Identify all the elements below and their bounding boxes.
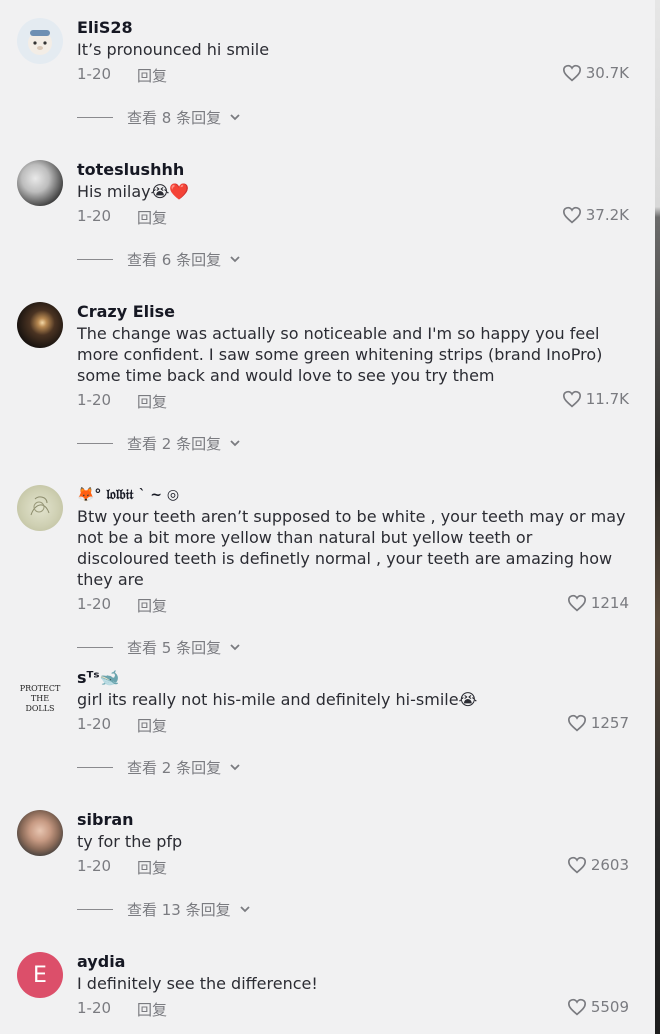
background-video-edge	[655, 0, 660, 1034]
comment-text: I definitely see the difference!	[77, 974, 318, 993]
like-count: 37.2K	[585, 206, 629, 224]
view-replies-button[interactable]: 查看 2 条回复	[77, 432, 629, 454]
sketch-avatar[interactable]	[17, 485, 63, 531]
view-replies-button[interactable]: 查看 2 条回复	[77, 756, 629, 778]
reply-button[interactable]: 回复	[137, 595, 167, 616]
candle-photo-avatar[interactable]	[17, 302, 63, 348]
divider-line	[77, 258, 113, 260]
view-replies-label: 查看 8 条回复	[127, 108, 222, 127]
comment-text: The change was actually so noticeable an…	[77, 324, 603, 385]
reply-button[interactable]: 回复	[137, 207, 167, 228]
avatar-text-line: THE	[30, 694, 50, 703]
chevron-down-icon	[230, 256, 240, 263]
chevron-down-icon	[230, 644, 240, 651]
heart-icon	[567, 856, 586, 874]
like-button[interactable]: 5509	[567, 998, 629, 1016]
chevron-down-icon	[230, 440, 240, 447]
comment-text: It’s pronounced hi smile	[77, 40, 270, 59]
divider-line	[77, 908, 113, 910]
comment-date: 1-20	[77, 715, 112, 733]
view-replies-label: 查看 5 条回复	[127, 638, 222, 657]
comment-username[interactable]: 🦊° 𝔩𝔬𝔩𝔟𝔦𝔱 ` ~ ◎	[77, 485, 629, 505]
like-count: 1214	[590, 594, 629, 612]
reply-button[interactable]: 回复	[137, 391, 167, 412]
avatar-letter: E	[33, 962, 47, 988]
comment-date: 1-20	[77, 857, 112, 875]
view-replies-button[interactable]: 查看 13 条回复	[77, 898, 629, 920]
comment-date: 1-20	[77, 999, 112, 1017]
comment-username[interactable]: toteslushhh	[77, 160, 629, 180]
divider-line	[77, 442, 113, 444]
comment-date: 1-20	[77, 65, 112, 83]
heart-icon	[567, 594, 586, 612]
heart-icon	[562, 64, 581, 82]
comment-text: girl its really not his-mile and definit…	[77, 690, 478, 709]
comment-date: 1-20	[77, 391, 112, 409]
like-button[interactable]: 2603	[567, 856, 629, 874]
divider-line	[77, 116, 113, 118]
comment-text: ty for the pfp	[77, 832, 183, 851]
view-replies-label: 查看 2 条回复	[127, 758, 222, 777]
like-button[interactable]: 11.7K	[562, 390, 629, 408]
heart-icon	[562, 390, 581, 408]
heart-icon	[567, 714, 586, 732]
view-replies-button[interactable]: 查看 5 条回复	[77, 636, 629, 658]
like-button[interactable]: 1214	[567, 594, 629, 612]
comment-username[interactable]: sibran	[77, 810, 629, 830]
avatar-text-line: DOLLS	[25, 704, 55, 713]
like-button[interactable]: 1257	[567, 714, 629, 732]
view-replies-button[interactable]: 查看 6 条回复	[77, 248, 629, 270]
heart-icon	[567, 998, 586, 1016]
like-button[interactable]: 30.7K	[562, 64, 629, 82]
view-replies-label: 查看 13 条回复	[127, 900, 231, 919]
chevron-down-icon	[230, 114, 240, 121]
reply-button[interactable]: 回复	[137, 715, 167, 736]
reply-button[interactable]: 回复	[137, 999, 167, 1020]
comment-username[interactable]: Crazy Elise	[77, 302, 629, 322]
comment-username[interactable]: sᵀˢ🐋	[77, 668, 629, 688]
view-replies-label: 查看 6 条回复	[127, 250, 222, 269]
letter-avatar[interactable]: E	[17, 952, 63, 998]
like-count: 5509	[590, 998, 629, 1016]
like-count: 1257	[590, 714, 629, 732]
comment-list: EliS28 It’s pronounced hi smile 1-20 回复 …	[0, 0, 660, 1034]
like-count: 2603	[590, 856, 629, 874]
divider-line	[77, 646, 113, 648]
comment-text: His milay😭❤️	[77, 182, 190, 201]
comment-date: 1-20	[77, 207, 112, 225]
like-button[interactable]: 37.2K	[562, 206, 629, 224]
view-replies-label: 查看 2 条回复	[127, 434, 222, 453]
comment-username[interactable]: aydia	[77, 952, 629, 972]
bear-avatar-icon[interactable]	[17, 18, 63, 64]
chevron-down-icon	[239, 906, 250, 913]
cat-photo-avatar[interactable]	[17, 160, 63, 206]
like-count: 11.7K	[585, 390, 629, 408]
avatar-text-line: PROTECT	[19, 684, 61, 693]
divider-line	[77, 766, 113, 768]
comment-username[interactable]: EliS28	[77, 18, 629, 38]
face-photo-avatar[interactable]	[17, 810, 63, 856]
heart-icon	[562, 206, 581, 224]
reply-button[interactable]: 回复	[137, 65, 167, 86]
comment-text: Btw your teeth aren’t supposed to be whi…	[77, 507, 626, 589]
comment-date: 1-20	[77, 595, 112, 613]
view-replies-button[interactable]: 查看 8 条回复	[77, 106, 629, 128]
like-count: 30.7K	[585, 64, 629, 82]
reply-button[interactable]: 回复	[137, 857, 167, 878]
text-avatar[interactable]: PROTECT THE DOLLS	[17, 676, 63, 722]
chevron-down-icon	[230, 764, 240, 771]
